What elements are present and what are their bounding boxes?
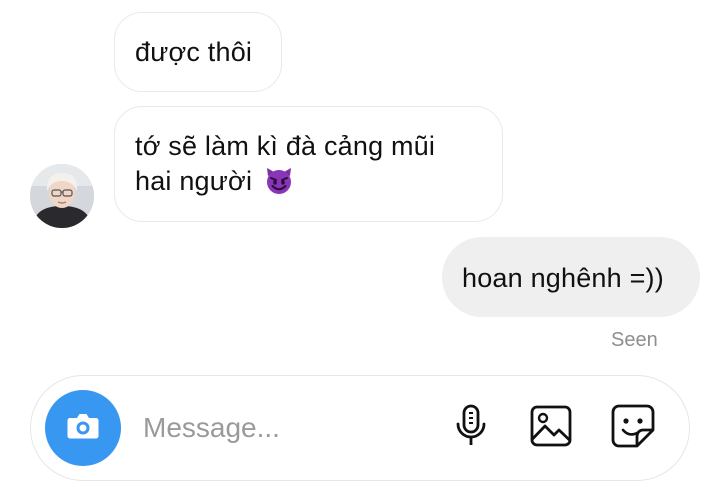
microphone-icon — [451, 403, 491, 454]
avatar[interactable] — [30, 164, 94, 228]
gallery-icon — [528, 403, 574, 454]
message-text-line-1: tớ sẽ làm kì đà cảng mũi — [135, 131, 436, 161]
message-composer — [30, 375, 690, 481]
smiling-imp-emoji — [264, 166, 294, 205]
gallery-button[interactable] — [527, 404, 575, 452]
message-input[interactable] — [143, 406, 433, 450]
outgoing-message[interactable]: hoan nghênh =)) — [442, 237, 700, 317]
incoming-message[interactable]: tớ sẽ làm kì đà cảng mũi hai người — [114, 106, 503, 222]
camera-icon — [63, 406, 103, 451]
camera-button[interactable] — [45, 390, 121, 466]
incoming-message[interactable]: được thôi — [114, 12, 282, 92]
sticker-button[interactable] — [609, 404, 657, 452]
sticker-icon — [609, 402, 657, 455]
seen-status: Seen — [611, 329, 658, 351]
voice-message-button[interactable] — [447, 404, 495, 452]
message-text: được thôi — [135, 37, 253, 67]
message-text-line-2: hai người — [135, 166, 253, 196]
message-text: hoan nghênh =)) — [462, 263, 664, 293]
